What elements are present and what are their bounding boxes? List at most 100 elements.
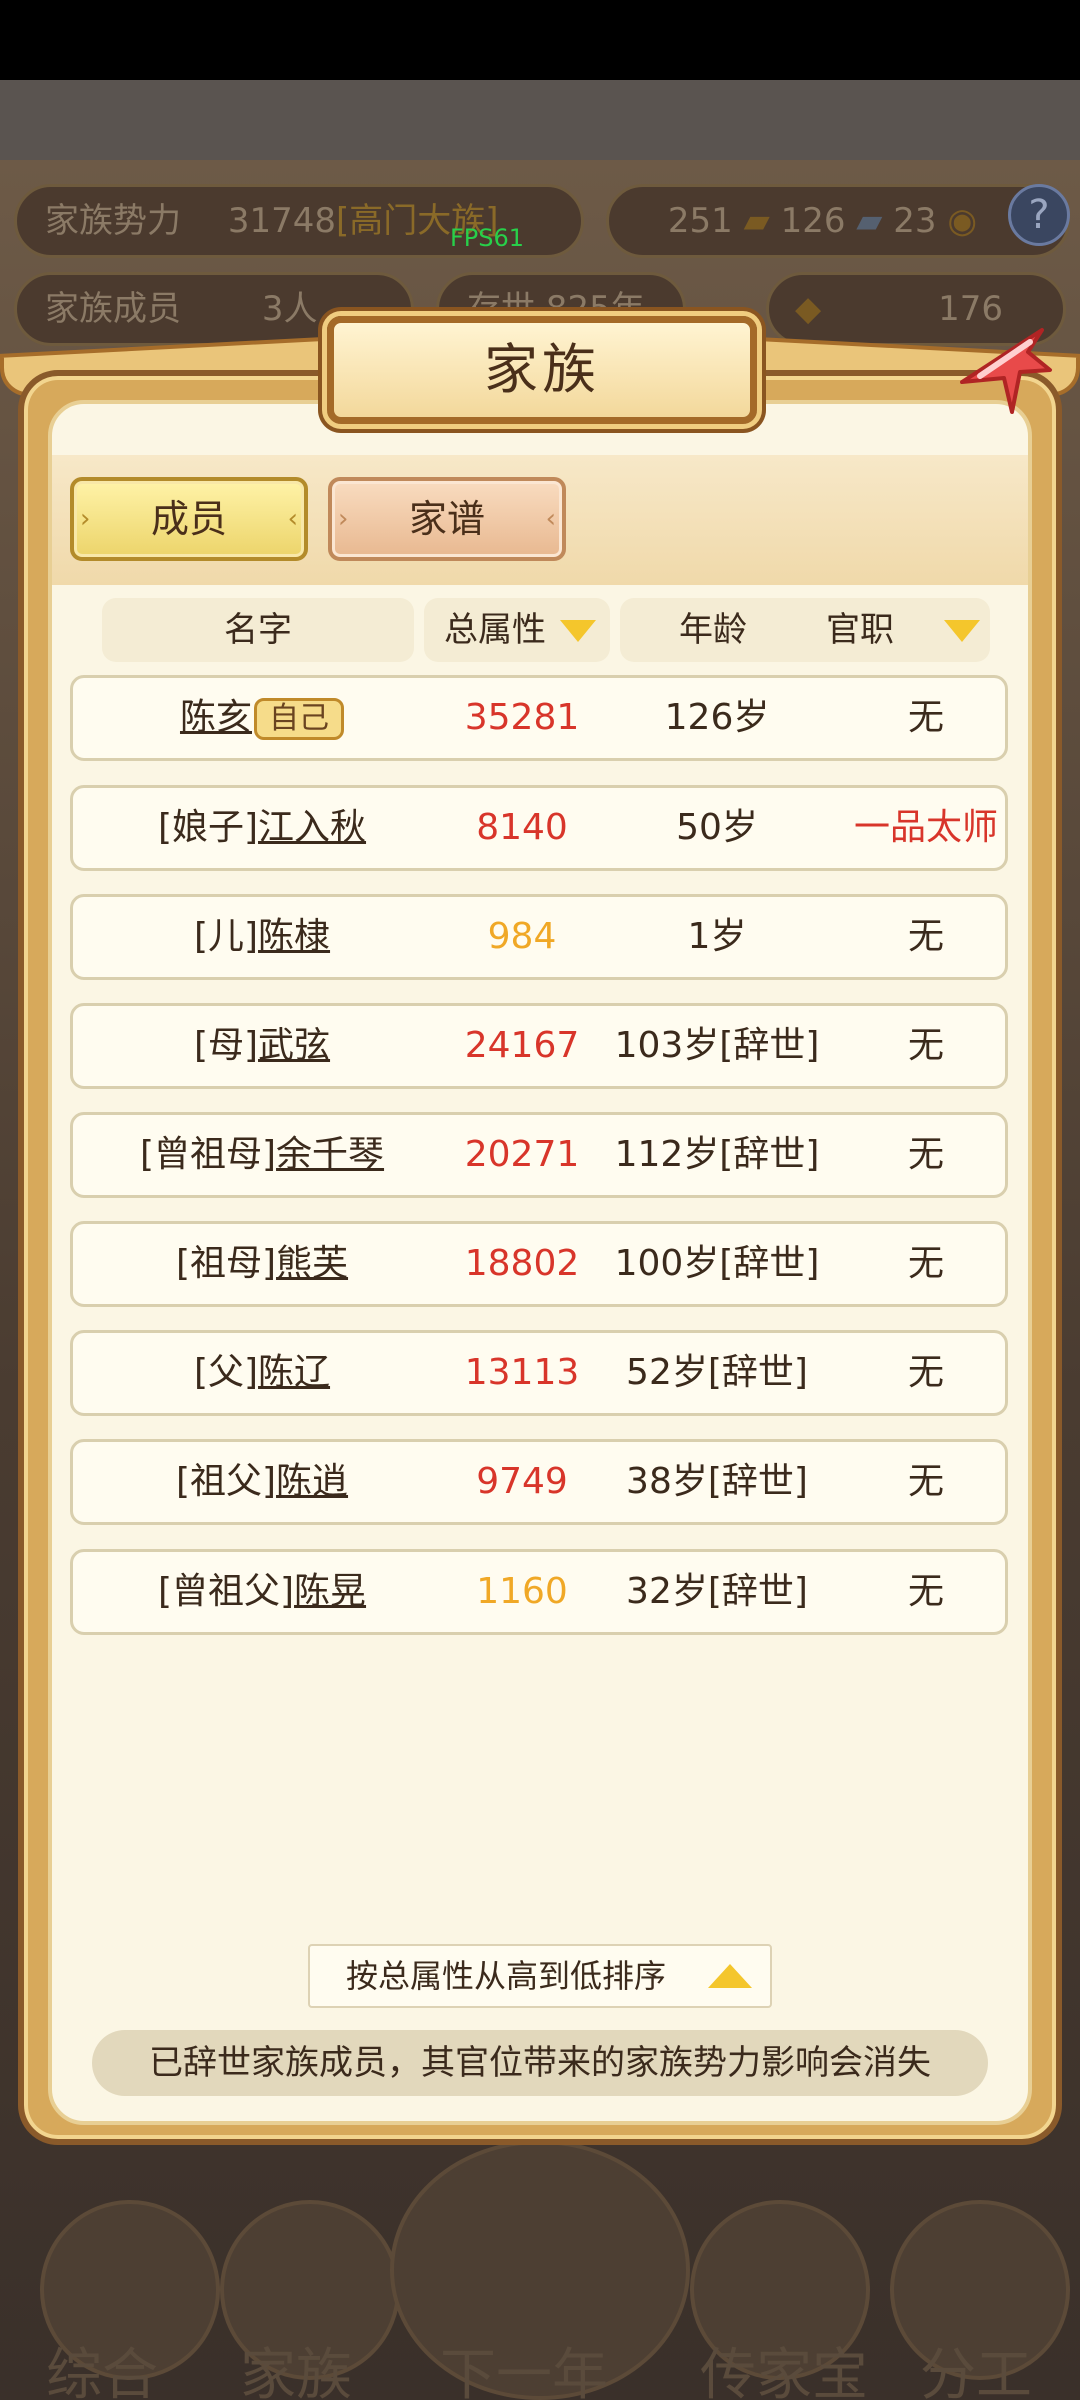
member-name-cell[interactable]: [祖母]熊芙 (73, 1224, 451, 1304)
member-official-title: 无 (907, 697, 944, 738)
resource-1-value: 251 (667, 201, 733, 241)
help-icon[interactable]: ? (1008, 184, 1070, 246)
member-row[interactable]: [父]陈辽 13113 52岁[辞世] 无 (70, 1330, 1008, 1416)
member-name-link[interactable]: 熊芙 (276, 1243, 348, 1284)
member-total-attr: 9749 (476, 1461, 568, 1502)
member-relation: [曾祖父] (157, 1571, 295, 1612)
member-official-title: 无 (907, 1243, 944, 1284)
member-name-link[interactable]: 江入秋 (258, 807, 366, 848)
family-members-count: 3人 (261, 289, 318, 329)
member-age: 126岁 (664, 697, 770, 738)
member-name-link[interactable]: 陈亥 (180, 697, 252, 738)
fps-counter: FPS61 (450, 224, 525, 252)
tab-genealogy-label: 家谱 (408, 497, 485, 541)
dialog-title-plaque: 家族 (327, 316, 757, 424)
member-name-cell[interactable]: [儿]陈棣 (73, 897, 451, 977)
member-row[interactable]: [儿]陈棣 984 1岁 无 (70, 894, 1008, 980)
chevron-right-icon: ‹ (287, 504, 298, 534)
member-name-cell[interactable]: [娘子]江入秋 (73, 788, 451, 868)
tab-genealogy[interactable]: › 家谱 ‹ (328, 477, 566, 561)
member-name-cell[interactable]: [曾祖母]余千琴 (73, 1115, 451, 1195)
member-age: 103岁[辞世] (614, 1025, 820, 1066)
silver-bar-icon: ▰ (856, 201, 883, 241)
member-row[interactable]: 陈亥 自己 35281 126岁 无 (70, 675, 1008, 761)
column-header-title[interactable]: 官职 (776, 598, 990, 662)
tab-members[interactable]: › 成员 ‹ (70, 477, 308, 561)
chevron-right-icon: ‹ (545, 504, 556, 534)
member-official-title: 一品太师 (853, 807, 998, 848)
close-button[interactable] (950, 312, 1060, 422)
self-badge: 自己 (254, 698, 344, 740)
sort-down-icon (560, 620, 596, 642)
filter-down-icon (944, 620, 980, 642)
chevron-left-icon: › (80, 504, 91, 534)
member-total-attr: 18802 (464, 1243, 580, 1284)
member-official-title: 无 (907, 916, 944, 957)
status-bar (0, 0, 1080, 80)
member-name-cell[interactable]: 陈亥 自己 (73, 678, 451, 758)
member-name-link[interactable]: 余千琴 (276, 1134, 384, 1175)
member-total-attr: 1160 (476, 1571, 568, 1612)
member-total-attr: 20271 (464, 1134, 580, 1175)
member-official-title: 无 (907, 1134, 944, 1175)
member-official-title: 无 (907, 1025, 944, 1066)
family-members-label: 家族成员 (45, 289, 181, 329)
dialog-title: 家族 (484, 338, 600, 401)
resource-3-value: 23 (893, 201, 937, 241)
member-row[interactable]: [娘子]江入秋 8140 50岁 一品太师 (70, 785, 1008, 871)
member-name-cell[interactable]: [父]陈辽 (73, 1333, 451, 1413)
member-row[interactable]: [祖父]陈逍 9749 38岁[辞世] 无 (70, 1439, 1008, 1525)
coin-icon: ◉ (947, 201, 977, 241)
nav-next-year-label[interactable]: 下一年 (440, 2330, 608, 2400)
chevron-left-icon: › (338, 504, 349, 534)
top-strip (0, 80, 1080, 160)
nav-heirloom-label[interactable]: 传家宝 (700, 2330, 868, 2400)
member-name-cell[interactable]: [祖父]陈逍 (73, 1442, 451, 1522)
member-name-link[interactable]: 陈逍 (276, 1461, 348, 1502)
gold-ingot-icon: ◆ (795, 289, 822, 329)
member-name-cell[interactable]: [母]武弦 (73, 1006, 451, 1086)
member-age: 100岁[辞世] (614, 1243, 820, 1284)
member-total-attr: 984 (487, 916, 557, 957)
member-relation: [祖母] (175, 1243, 277, 1284)
member-total-attr: 35281 (464, 697, 580, 738)
member-official-title: 无 (907, 1461, 944, 1502)
member-age: 112岁[辞世] (614, 1134, 820, 1175)
member-age: 1岁 (687, 916, 747, 957)
nav-overview-label[interactable]: 综合 (46, 2330, 158, 2400)
member-name-link[interactable]: 陈棣 (258, 916, 330, 957)
deceased-notice: 已辞世家族成员，其官位带来的家族势力影响会消失 (92, 2030, 988, 2096)
member-age: 52岁[辞世] (626, 1352, 808, 1393)
sort-up-icon (708, 1964, 752, 1988)
member-row[interactable]: [曾祖父]陈晃 1160 32岁[辞世] 无 (70, 1549, 1008, 1635)
nav-division-label[interactable]: 分工 (920, 2330, 1032, 2400)
member-relation: [母] (193, 1025, 259, 1066)
member-row[interactable]: [曾祖母]余千琴 20271 112岁[辞世] 无 (70, 1112, 1008, 1198)
member-name-link[interactable]: 武弦 (258, 1025, 330, 1066)
member-relation: [父] (193, 1352, 259, 1393)
member-relation: [儿] (193, 916, 259, 957)
member-row[interactable]: [祖母]熊芙 18802 100岁[辞世] 无 (70, 1221, 1008, 1307)
family-power-value: 31748 (227, 201, 336, 241)
close-icon (960, 328, 1052, 414)
column-header-total-label: 总属性 (444, 610, 546, 650)
member-official-title: 无 (907, 1571, 944, 1612)
member-relation: [娘子] (157, 807, 259, 848)
member-row[interactable]: [母]武弦 24167 103岁[辞世] 无 (70, 1003, 1008, 1089)
member-age: 32岁[辞世] (626, 1571, 808, 1612)
member-relation: [曾祖母] (139, 1134, 277, 1175)
member-name-link[interactable]: 陈辽 (258, 1352, 330, 1393)
column-header-name: 名字 (102, 598, 414, 662)
member-age: 50岁 (676, 807, 758, 848)
member-name-cell[interactable]: [曾祖父]陈晃 (73, 1552, 451, 1632)
member-name-link[interactable]: 陈晃 (294, 1571, 366, 1612)
family-power-label: 家族势力 (45, 201, 181, 241)
nav-family-label[interactable]: 家族 (240, 2330, 352, 2400)
column-header-total[interactable]: 总属性 (424, 598, 610, 662)
member-age: 38岁[辞世] (626, 1461, 808, 1502)
member-official-title: 无 (907, 1352, 944, 1393)
resources-pill: 251 ▰ 126 ▰ 23 ◉ (606, 184, 1070, 258)
member-total-attr: 8140 (476, 807, 568, 848)
tab-members-label: 成员 (150, 497, 227, 541)
sort-button[interactable]: 按总属性从高到低排序 (308, 1944, 772, 2008)
